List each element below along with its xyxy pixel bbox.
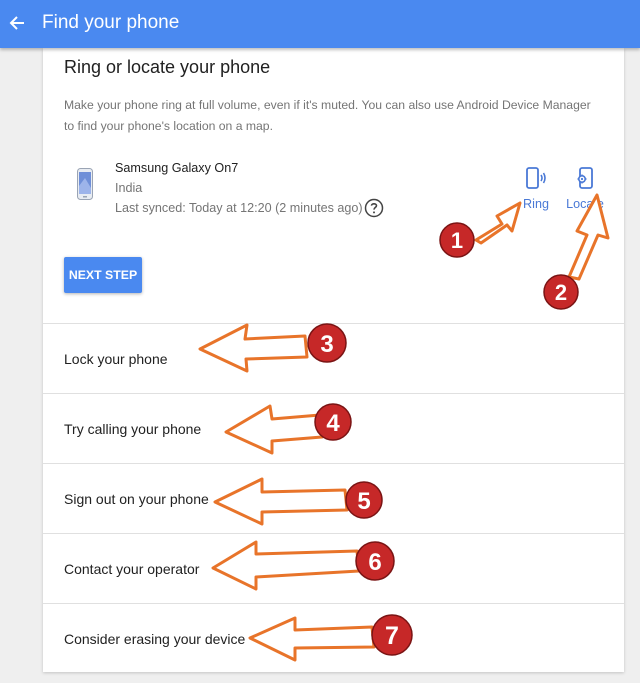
list-item-label: Consider erasing your device xyxy=(64,631,246,647)
list-item-erase-device[interactable]: Consider erasing your device xyxy=(43,603,624,674)
ring-button[interactable]: Ring xyxy=(519,166,553,211)
list-item-contact-operator[interactable]: Contact your operator xyxy=(43,533,624,604)
list-item-sign-out[interactable]: Sign out on your phone xyxy=(43,463,624,534)
find-phone-card: Ring or locate your phone Make your phon… xyxy=(43,48,624,672)
card-description: Make your phone ring at full volume, eve… xyxy=(64,98,591,133)
back-button[interactable] xyxy=(6,12,28,34)
device-name: Samsung Galaxy On7 xyxy=(115,161,239,175)
phone-ring-icon xyxy=(526,167,546,189)
list-item-label: Contact your operator xyxy=(64,561,200,577)
phone-thumbnail-icon xyxy=(77,168,93,200)
ring-label: Ring xyxy=(523,197,549,211)
list-item-label: Try calling your phone xyxy=(64,421,202,437)
app-bar: Find your phone xyxy=(0,0,640,48)
card-title: Ring or locate your phone xyxy=(64,57,271,77)
question-circle-icon[interactable] xyxy=(364,198,384,218)
device-country: India xyxy=(115,181,143,195)
list-item-lock-phone[interactable]: Lock your phone xyxy=(43,323,624,394)
arrow-left-icon xyxy=(9,16,24,30)
next-step-button[interactable]: NEXT STEP xyxy=(64,257,142,293)
locate-label: Locate xyxy=(566,197,604,211)
page-title: Find your phone xyxy=(42,12,180,33)
device-last-synced: Last synced: Today at 12:20 (2 minutes a… xyxy=(115,201,363,215)
list-item-try-calling[interactable]: Try calling your phone xyxy=(43,393,624,464)
phone-locate-icon xyxy=(577,167,593,189)
list-item-label: Sign out on your phone xyxy=(64,491,209,507)
list-item-label: Lock your phone xyxy=(64,351,168,367)
locate-button[interactable]: Locate xyxy=(562,166,608,211)
